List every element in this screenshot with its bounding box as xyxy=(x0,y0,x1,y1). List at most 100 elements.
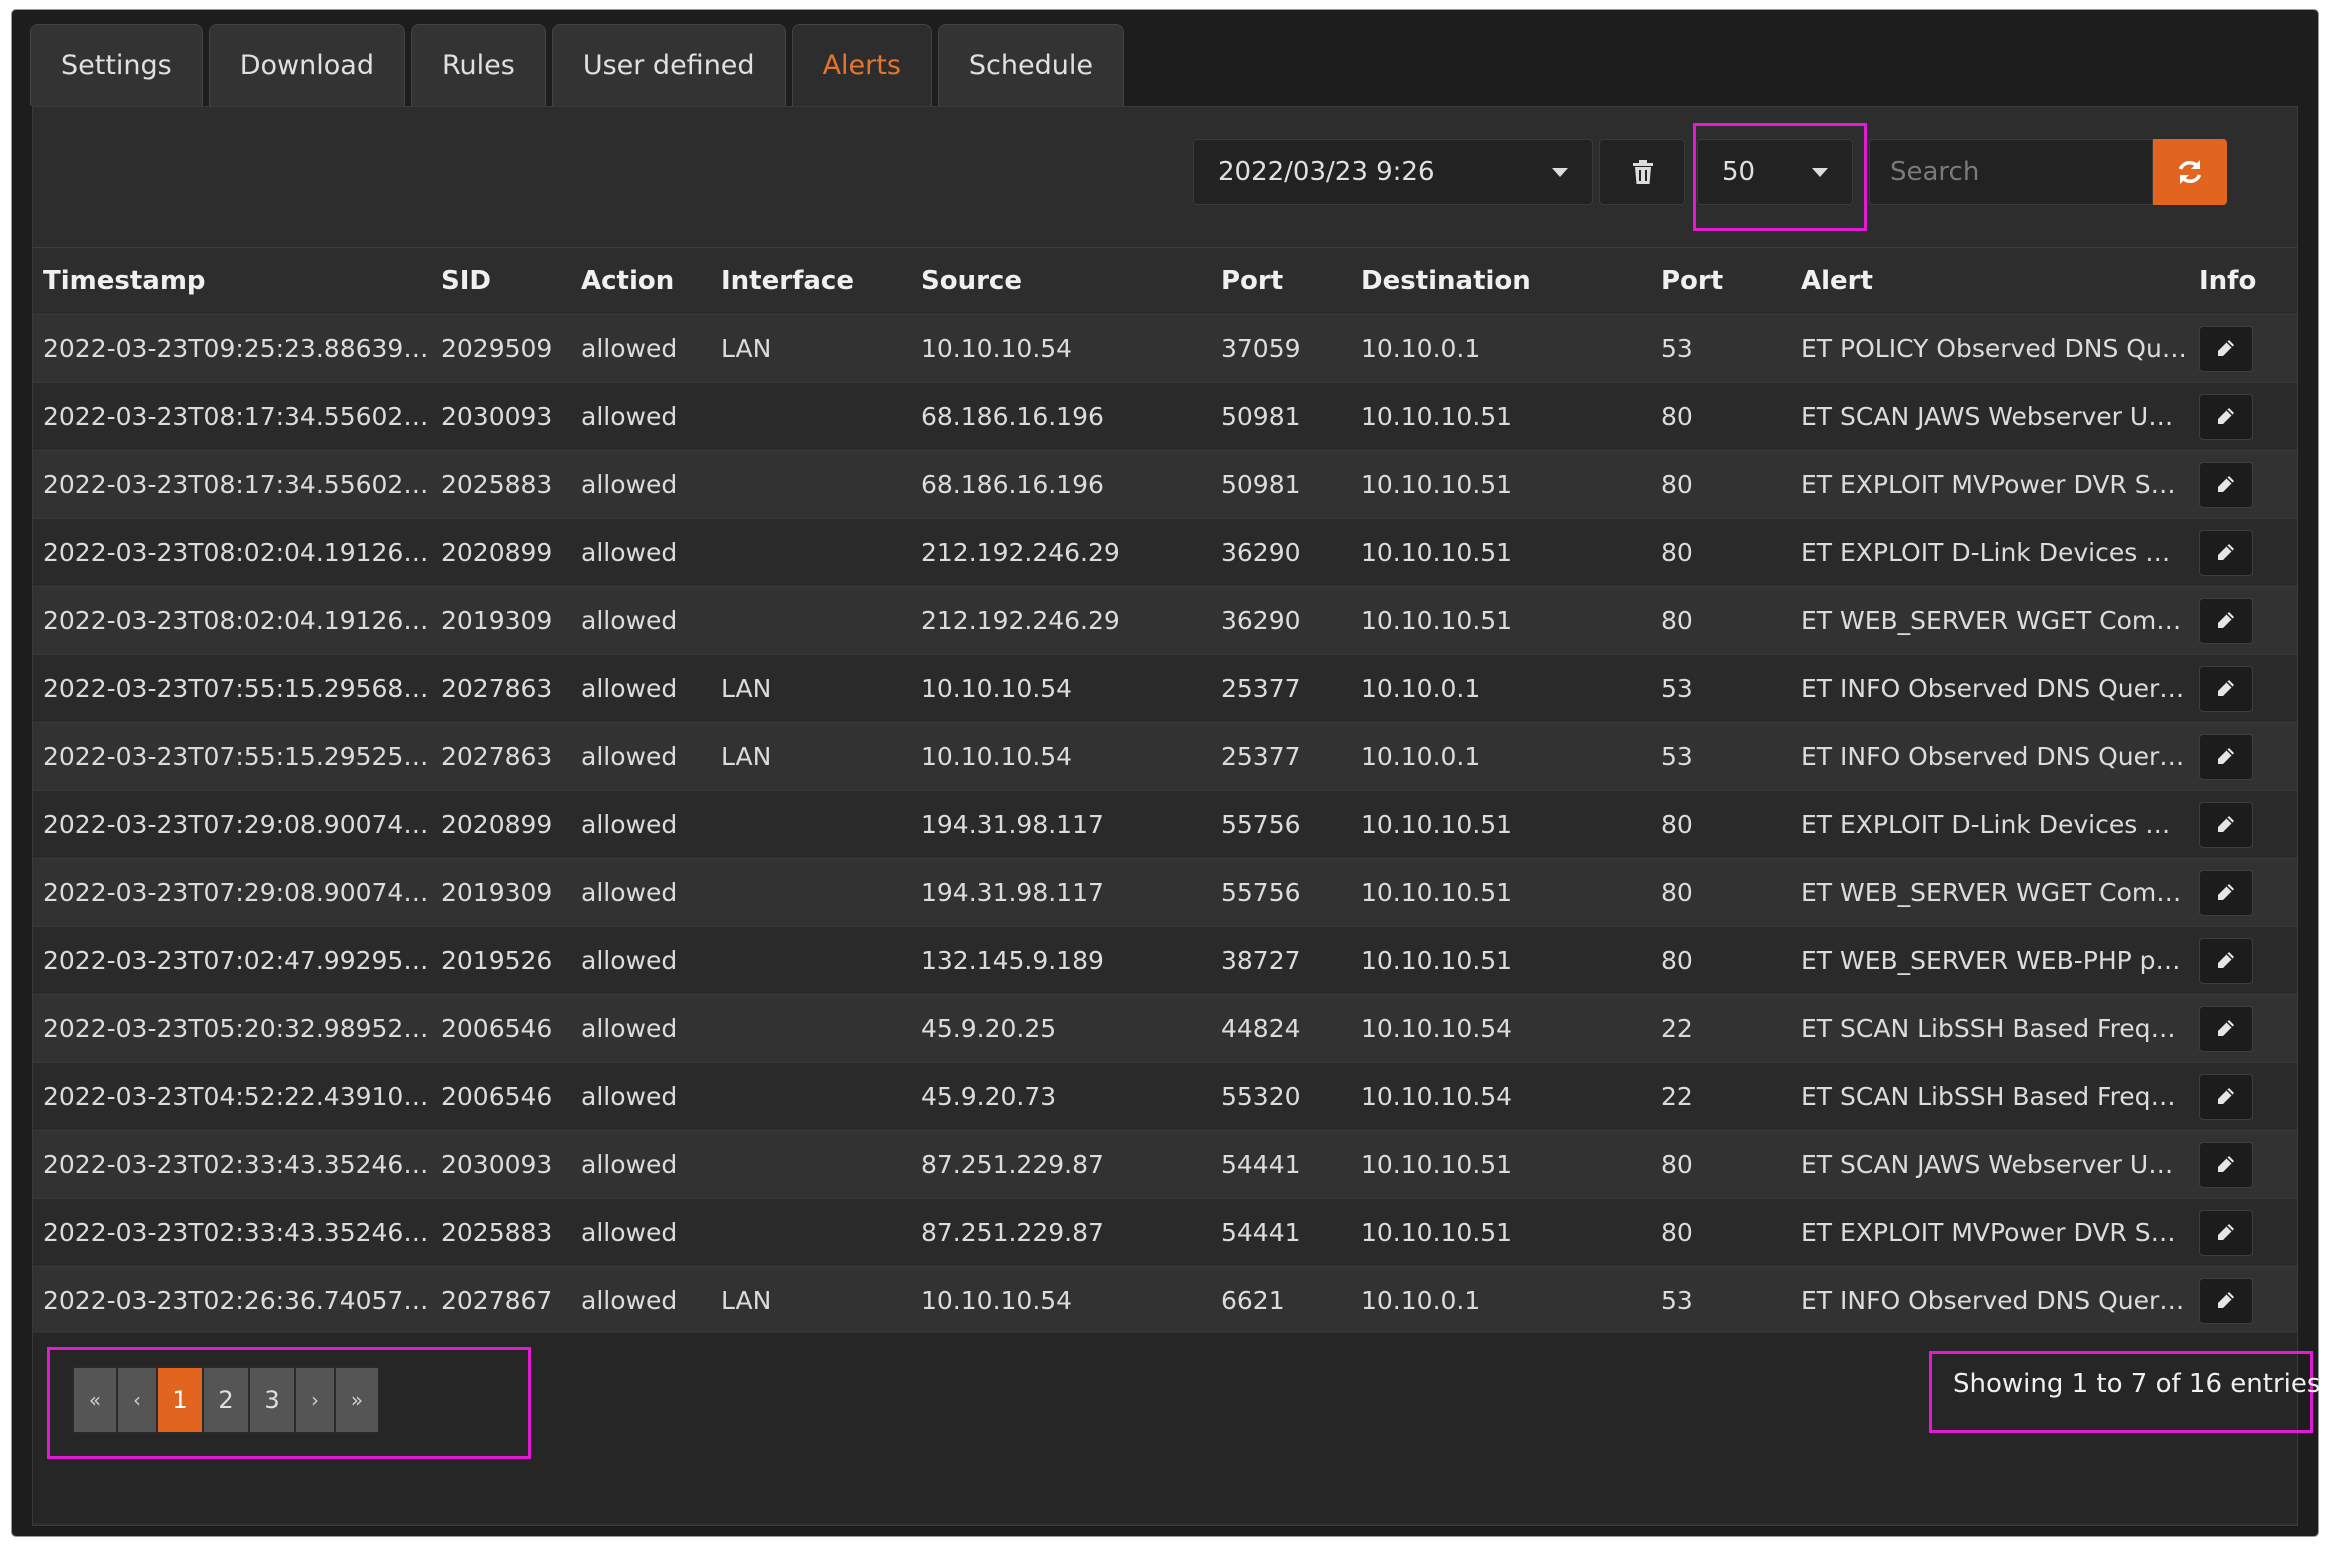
cell-info xyxy=(2189,790,2297,859)
cell-info xyxy=(2189,1130,2297,1199)
cell-sid: 2020899 xyxy=(431,790,571,859)
rule-info-button[interactable] xyxy=(2199,733,2253,780)
rule-info-button[interactable] xyxy=(2199,869,2253,916)
rule-info-button[interactable] xyxy=(2199,461,2253,508)
cell-timestamp: 2022-03-23T05:20:32.989523-… xyxy=(33,994,431,1063)
column-header-info[interactable]: Info xyxy=(2189,247,2297,315)
cell-destination-port: 80 xyxy=(1651,586,1791,655)
rule-info-button[interactable] xyxy=(2199,1209,2253,1256)
cell-timestamp: 2022-03-23T08:02:04.191262-… xyxy=(33,586,431,655)
cell-sid: 2027863 xyxy=(431,654,571,723)
cell-timestamp: 2022-03-23T02:33:43.352462-… xyxy=(33,1198,431,1267)
trash-icon xyxy=(1633,160,1653,184)
cell-destination-ip: 10.10.10.51 xyxy=(1351,450,1651,519)
refresh-icon xyxy=(2178,160,2202,184)
cell-info xyxy=(2189,1266,2297,1335)
cell-source-ip: 194.31.98.117 xyxy=(911,790,1211,859)
tab-rules[interactable]: Rules xyxy=(410,24,546,106)
log-date-select[interactable]: 2022/03/23 9:26 xyxy=(1193,139,1593,205)
column-header-timestamp[interactable]: Timestamp xyxy=(33,247,431,315)
column-header-sid[interactable]: SID xyxy=(431,247,571,315)
row-limit-select[interactable]: 50 xyxy=(1697,139,1853,205)
pencil-icon xyxy=(2218,1223,2234,1240)
rule-info-button[interactable] xyxy=(2199,325,2253,372)
cell-info xyxy=(2189,1198,2297,1267)
cell-destination-port: 53 xyxy=(1651,1266,1791,1335)
first-page-button[interactable]: « xyxy=(73,1367,117,1433)
alerts-table-body: 2022-03-23T09:25:23.886395-… 2029509 allow… xyxy=(33,314,2297,1402)
app-window: Settings Download Rules User defined Ale… xyxy=(12,10,2320,1536)
page-2-button[interactable]: 2 xyxy=(203,1367,249,1433)
cell-interface xyxy=(711,586,911,655)
column-header-source[interactable]: Source xyxy=(911,247,1211,315)
cell-destination-ip: 10.10.10.54 xyxy=(1351,1062,1651,1131)
delete-log-button[interactable] xyxy=(1599,139,1685,205)
rule-info-button[interactable] xyxy=(2199,529,2253,576)
cell-source-port: 25377 xyxy=(1211,654,1351,723)
search-input[interactable] xyxy=(1869,139,2153,205)
tab-alerts[interactable]: Alerts xyxy=(791,24,932,106)
rule-info-button[interactable] xyxy=(2199,393,2253,440)
cell-source-port: 38727 xyxy=(1211,926,1351,995)
cell-interface xyxy=(711,518,911,587)
cell-destination-port: 80 xyxy=(1651,450,1791,519)
table-row: 2022-03-23T08:02:04.191262-… 2020899 allow… xyxy=(33,518,2297,587)
column-header-alert[interactable]: Alert xyxy=(1791,247,2189,315)
cell-info xyxy=(2189,858,2297,927)
table-footer: « ‹ 1 2 3 › » Showing 1 to 7 of 16 entri… xyxy=(33,1333,2320,1523)
cell-action: allowed xyxy=(571,518,711,587)
cell-interface: LAN xyxy=(711,314,911,383)
cell-source-ip: 10.10.10.54 xyxy=(911,722,1211,791)
table-row: 2022-03-23T08:17:34.556025-… 2030093 allow… xyxy=(33,382,2297,451)
cell-alert: ET EXPLOIT D-Link Devices Ho… xyxy=(1791,790,2189,859)
table-row: 2022-03-23T05:20:32.989523-… 2006546 allow… xyxy=(33,994,2297,1063)
tab-download[interactable]: Download xyxy=(208,24,405,106)
cell-source-ip: 45.9.20.25 xyxy=(911,994,1211,1063)
cell-alert: ET SCAN JAWS Webserver Un… xyxy=(1791,382,2189,451)
tab-settings[interactable]: Settings xyxy=(30,24,203,106)
rule-info-button[interactable] xyxy=(2199,1277,2253,1324)
pagination: « ‹ 1 2 3 › » xyxy=(73,1367,379,1433)
caret-down-icon xyxy=(1552,168,1568,177)
cell-destination-ip: 10.10.10.51 xyxy=(1351,1198,1651,1267)
table-row: 2022-03-23T09:25:23.886395-… 2029509 allow… xyxy=(33,314,2297,383)
cell-source-port: 25377 xyxy=(1211,722,1351,791)
page-1-button[interactable]: 1 xyxy=(157,1367,203,1433)
cell-source-port: 44824 xyxy=(1211,994,1351,1063)
refresh-button[interactable] xyxy=(2153,139,2227,205)
pencil-icon xyxy=(2218,1155,2234,1172)
rule-info-button[interactable] xyxy=(2199,597,2253,644)
column-header-source-port[interactable]: Port xyxy=(1211,247,1351,315)
page-3-button[interactable]: 3 xyxy=(249,1367,295,1433)
rule-info-button[interactable] xyxy=(2199,665,2253,712)
tab-schedule[interactable]: Schedule xyxy=(937,24,1124,106)
last-page-button[interactable]: » xyxy=(335,1367,379,1433)
prev-page-button[interactable]: ‹ xyxy=(117,1367,157,1433)
rule-info-button[interactable] xyxy=(2199,1073,2253,1120)
column-header-action[interactable]: Action xyxy=(571,247,711,315)
cell-interface xyxy=(711,858,911,927)
column-header-destination[interactable]: Destination xyxy=(1351,247,1651,315)
cell-action: allowed xyxy=(571,926,711,995)
cell-source-port: 55756 xyxy=(1211,790,1351,859)
column-header-destination-port[interactable]: Port xyxy=(1651,247,1791,315)
column-header-interface[interactable]: Interface xyxy=(711,247,911,315)
pencil-icon xyxy=(2218,747,2234,764)
cell-action: allowed xyxy=(571,1266,711,1335)
cell-destination-port: 80 xyxy=(1651,926,1791,995)
rule-info-button[interactable] xyxy=(2199,1005,2253,1052)
cell-alert: ET INFO Observed DNS Query … xyxy=(1791,1266,2189,1335)
cell-destination-ip: 10.10.10.51 xyxy=(1351,1130,1651,1199)
tab-user-defined[interactable]: User defined xyxy=(551,24,786,106)
cell-alert: ET INFO Observed DNS Query … xyxy=(1791,654,2189,723)
cell-info xyxy=(2189,654,2297,723)
rule-info-button[interactable] xyxy=(2199,937,2253,984)
rule-info-button[interactable] xyxy=(2199,801,2253,848)
cell-destination-ip: 10.10.0.1 xyxy=(1351,722,1651,791)
cell-alert: ET WEB_SERVER WGET Com… xyxy=(1791,858,2189,927)
cell-action: allowed xyxy=(571,1198,711,1267)
next-page-button[interactable]: › xyxy=(295,1367,335,1433)
cell-action: allowed xyxy=(571,450,711,519)
cell-destination-port: 53 xyxy=(1651,722,1791,791)
rule-info-button[interactable] xyxy=(2199,1141,2253,1188)
